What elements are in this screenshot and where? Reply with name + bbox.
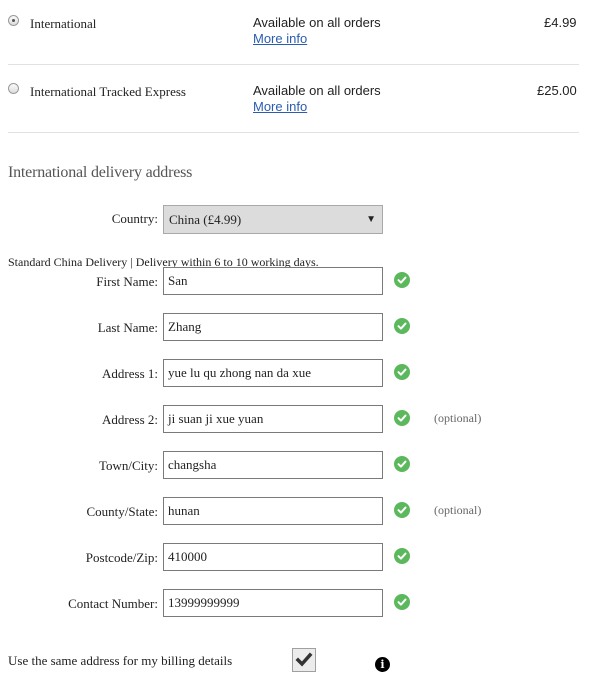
optional-note: (optional) — [434, 411, 482, 425]
option-name-international: International — [30, 16, 97, 31]
contact-number-label: Contact Number: — [68, 596, 158, 611]
checkmark-icon — [295, 652, 313, 667]
valid-check-icon — [394, 548, 410, 564]
radio-international[interactable] — [8, 15, 19, 26]
first-name-label: First Name: — [96, 274, 158, 289]
first-name-input[interactable]: San — [163, 267, 383, 295]
more-info-link[interactable]: More info — [253, 99, 307, 114]
valid-check-icon — [394, 364, 410, 380]
dropdown-arrow-icon: ▼ — [366, 214, 376, 225]
price-international: £4.99 — [544, 15, 577, 30]
more-info-link[interactable]: More info — [253, 31, 307, 46]
valid-check-icon — [394, 272, 410, 288]
valid-check-icon — [394, 456, 410, 472]
address-2-input[interactable]: ji suan ji xue yuan — [163, 405, 383, 433]
option-name-tracked-express: International Tracked Express — [30, 84, 186, 99]
divider — [8, 132, 579, 133]
optional-note: (optional) — [434, 503, 482, 517]
town-city-label: Town/City: — [98, 458, 158, 473]
billing-label: Use the same address for my billing deta… — [8, 653, 233, 668]
valid-check-icon — [394, 410, 410, 426]
address-1-label: Address 1: — [102, 366, 158, 381]
info-icon[interactable]: i — [375, 657, 390, 672]
valid-check-icon — [394, 594, 410, 610]
postcode-zip-input[interactable]: 410000 — [163, 543, 383, 571]
country-select-value: China (£4.99) — [169, 212, 242, 227]
radio-international-tracked-express[interactable] — [8, 83, 19, 94]
address-2-label: Address 2: — [102, 412, 158, 427]
county-state-input[interactable]: hunan — [163, 497, 383, 525]
availability-text: Available on all orders — [253, 83, 381, 98]
contact-number-input[interactable]: 13999999999 — [163, 589, 383, 617]
country-label: Country: — [111, 211, 158, 226]
billing-checkbox[interactable] — [292, 648, 316, 672]
address-1-input[interactable]: yue lu qu zhong nan da xue — [163, 359, 383, 387]
town-city-input[interactable]: changsha — [163, 451, 383, 479]
availability-text: Available on all orders — [253, 15, 381, 30]
last-name-input[interactable]: Zhang — [163, 313, 383, 341]
country-select[interactable]: China (£4.99) ▼ — [163, 205, 383, 234]
price-tracked-express: £25.00 — [537, 83, 577, 98]
valid-check-icon — [394, 502, 410, 518]
section-title: International delivery address — [8, 164, 193, 181]
valid-check-icon — [394, 318, 410, 334]
last-name-label: Last Name: — [97, 320, 158, 335]
divider — [8, 64, 579, 65]
postcode-zip-label: Postcode/Zip: — [85, 550, 158, 565]
county-state-label: County/State: — [86, 504, 159, 519]
